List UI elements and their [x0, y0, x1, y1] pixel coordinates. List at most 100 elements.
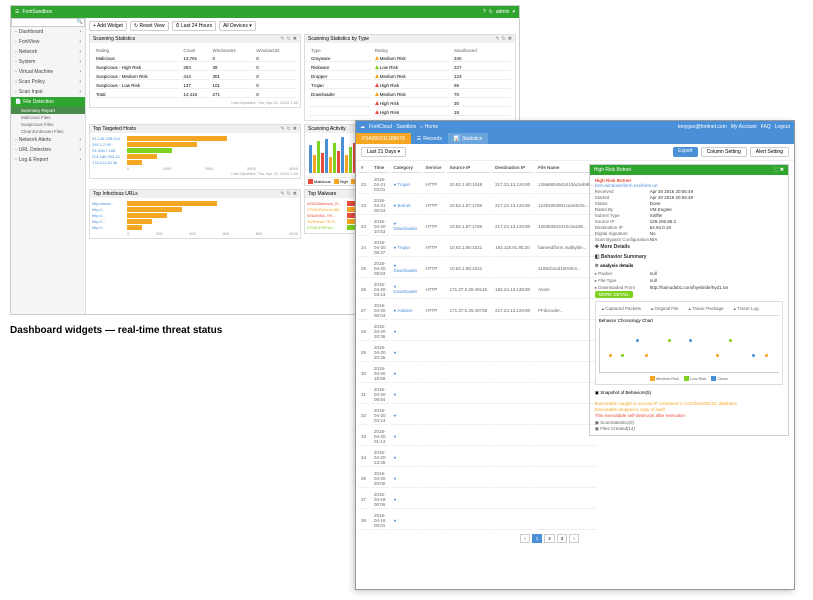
add-widget-button[interactable]: + Add Widget [89, 21, 127, 31]
search-icon[interactable]: 🔍 [77, 19, 83, 25]
time-range-button[interactable]: ⏱ Last 24 Hours [172, 21, 216, 31]
page-2[interactable]: 2 [544, 534, 555, 543]
logout-link[interactable]: Logout [775, 124, 790, 130]
files-created-link[interactable]: ▣ Files Created(14) [595, 426, 635, 431]
page-prev[interactable]: ‹ [520, 534, 530, 543]
brand: FortiCloud · Sandbox [369, 124, 416, 130]
table-row[interactable]: 242016-04-20 08:37● TrojanHTTP10.82.1.85… [358, 238, 597, 257]
chronology-scatter [599, 328, 779, 373]
chart-tab[interactable]: ▴ Captured Packets [599, 305, 644, 313]
refresh-icon[interactable]: ↻ [502, 36, 506, 42]
sidebar-item[interactable]: ◦ Dashboard › [11, 27, 85, 37]
sidebar-item[interactable]: ◦ Scan Policy › [11, 77, 85, 87]
scan-stats-link[interactable]: ▣ ScanStatistics(0) [595, 420, 634, 425]
tab-device[interactable]: FSA000011388678 [356, 133, 411, 144]
sidebar-item[interactable]: ◦ Scan Input › [11, 87, 85, 97]
sidebar-item[interactable]: ◦ Network › [11, 47, 85, 57]
my-account-link[interactable]: My Account [731, 124, 757, 130]
sidebar-item[interactable]: ◦ Virtual Machine › [11, 67, 85, 77]
table-row[interactable]: 302016-04-20 18:59● [358, 364, 597, 383]
sidebar-item-file-detection[interactable]: 📄 File Detection [11, 97, 85, 107]
widget-footer: Last Updated: Thu, Apr 21, 2016 7:42 [92, 100, 298, 105]
top-urls-widget: Top Infectious URLs✎↻✖ http://www...http… [89, 189, 301, 239]
time-filter[interactable]: Last 21 Days ▾ [361, 147, 406, 157]
close-icon[interactable]: ✖ [508, 36, 512, 42]
expand-icon[interactable]: ⬚ [774, 167, 779, 173]
sidebar-item[interactable]: ◦ URL Detection › [11, 145, 85, 155]
behavior-summary-section[interactable]: ◧ Behavior Summary [595, 252, 783, 262]
page-3[interactable]: 3 [557, 534, 568, 543]
menu-icon[interactable]: ☰ [15, 9, 19, 15]
refresh-icon[interactable]: ↻ [287, 126, 291, 132]
app-title: FortiSandbox [22, 9, 52, 15]
chart-tab[interactable]: ▴ Tracer Log [731, 305, 762, 313]
column-setting-button[interactable]: Column Setting [701, 147, 747, 157]
table-row[interactable]: 322016-04-20 04:14● [358, 406, 597, 425]
edit-icon[interactable]: ✎ [495, 36, 499, 42]
refresh-icon[interactable]: ↻ [287, 191, 291, 197]
close-icon[interactable]: ✖ [293, 191, 297, 197]
tab-records[interactable]: ☰ Records [411, 133, 448, 144]
page-next[interactable]: › [569, 534, 579, 543]
snapshot-icon: ▣ [595, 390, 599, 395]
more-details-section[interactable]: ✚ More Details [595, 242, 783, 252]
sidebar-subitem[interactable]: Summary Report [11, 107, 85, 114]
table-row[interactable]: 242016-04-20 10:53● DownloaderHTTP10.82.… [358, 217, 597, 236]
user-email: tonygao@fortinet.com [678, 124, 727, 130]
close-icon[interactable]: ✖ [780, 167, 784, 173]
edit-icon[interactable]: ✎ [280, 36, 284, 42]
home-link[interactable]: ⌂ Home [420, 124, 438, 130]
table-row[interactable]: 272016-04-20 00:04● AdwareHTTP171.37.0.2… [358, 301, 597, 320]
sidebar-subitem[interactable]: Suspicious Files [11, 121, 85, 128]
reset-view-button[interactable]: ↻ Reset View [130, 21, 169, 31]
table-row[interactable]: 262016-04-20 03:13● DownloaderHTTP171.37… [358, 280, 597, 299]
sidebar-item[interactable]: ◦ FortiView › [11, 37, 85, 47]
table-row[interactable]: 232016-04-21 03:01● TrojanHTTP10.82.1.90… [358, 175, 597, 194]
table-row[interactable]: 292016-04-20 20:36● [358, 343, 597, 362]
table-row[interactable]: 312016-04-20 06:54● [358, 385, 597, 404]
export-button[interactable]: Export [673, 147, 697, 157]
widget-title: Top Targeted Hosts [93, 126, 136, 132]
close-icon[interactable]: ✖ [293, 36, 297, 42]
widget-title: Scanning Statistics by Type [308, 36, 369, 42]
sidebar-subitem[interactable]: Malicious Files [11, 114, 85, 121]
chart-tab[interactable]: ▴ Tracer Package [686, 305, 727, 313]
more-detail-button[interactable]: MORE DETAIL [595, 291, 633, 298]
table-row[interactable]: 362016-04-20 20:00● [358, 469, 597, 488]
table-row[interactable]: 342016-04-20 23:35● [358, 448, 597, 467]
window-titlebar: ☰ FortiSandbox ? ↻ admin ▾ [11, 6, 519, 18]
close-icon[interactable]: ✖ [293, 126, 297, 132]
window-titlebar: ☁ FortiCloud · Sandbox ⌂ Home tonygao@fo… [356, 121, 794, 133]
user-label[interactable]: admin [496, 9, 510, 15]
table-row[interactable]: 332016-04-20 01:14● [358, 427, 597, 446]
top-hosts-widget: Top Targeted Hosts✎↻✖ 61.145.228.244192.… [89, 124, 301, 179]
help-icon[interactable]: ? [483, 9, 486, 15]
table-row[interactable]: 232016-04-21 00:54● BotnetHTTP10.82.1.87… [358, 196, 597, 215]
chart-tab[interactable]: ▴ Original File [648, 305, 682, 313]
snapshot-title: Snapshot of Behaviors(5) [600, 390, 651, 395]
tab-statistics[interactable]: 📊 Statistics [448, 133, 488, 144]
refresh-icon[interactable]: ↻ [489, 9, 493, 15]
table-row[interactable]: 282016-04-20 20:36● [358, 322, 597, 341]
chevron-down-icon[interactable]: ▾ [512, 9, 515, 15]
sidebar-item[interactable]: ◦ Log & Report › [11, 155, 85, 165]
sidebar-item[interactable]: ◦ System › [11, 57, 85, 67]
widget-title: Scanning Activity [308, 126, 346, 132]
sidebar: 🔍 ◦ Dashboard ›◦ FortiView ›◦ Network ›◦… [11, 18, 86, 314]
search-input[interactable] [11, 18, 85, 27]
faq-link[interactable]: FAQ [761, 124, 771, 130]
sidebar-item[interactable]: ◦ Network Alerts › [11, 135, 85, 145]
edit-icon[interactable]: ✎ [280, 126, 284, 132]
devices-button[interactable]: All Devices ▾ [219, 21, 256, 31]
widget-title: Top Infectious URLs [93, 191, 138, 197]
chart-title: Behavior Chronology Chart [599, 316, 779, 325]
scan-stats-table: RatingCountWindows64Windows32Malicious13… [92, 45, 298, 100]
edit-icon[interactable]: ✎ [280, 191, 284, 197]
table-row[interactable]: 372016-04-18 00:06● [358, 490, 597, 509]
alert-setting-button[interactable]: Alert Setting [750, 147, 789, 157]
table-row[interactable]: 252016-04-20 08:53● DownloaderHTTP10.82.… [358, 259, 597, 278]
page-1[interactable]: 1 [532, 534, 543, 543]
refresh-icon[interactable]: ↻ [287, 36, 291, 42]
sidebar-subitem[interactable]: Clean/Unknown Files [11, 128, 85, 135]
table-row[interactable]: 382016-04-18 00:01● [358, 511, 597, 530]
